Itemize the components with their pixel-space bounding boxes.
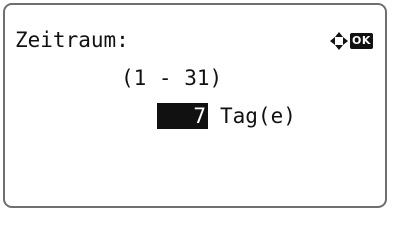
period-value-input[interactable]: 7 bbox=[157, 103, 208, 129]
screen-title: Zeitraum: bbox=[15, 28, 129, 52]
period-entry-row: 7 Tag(e) bbox=[157, 103, 296, 129]
four-way-arrow-icon bbox=[330, 32, 348, 50]
ok-key-icon: OK bbox=[350, 33, 373, 49]
nav-ok-hint: OK bbox=[330, 31, 373, 51]
unit-label: Tag(e) bbox=[220, 104, 296, 128]
panel-display: Zeitraum: OK (1 - 31) 7 Tag(e) bbox=[3, 3, 387, 208]
range-hint: (1 - 31) bbox=[121, 66, 223, 90]
